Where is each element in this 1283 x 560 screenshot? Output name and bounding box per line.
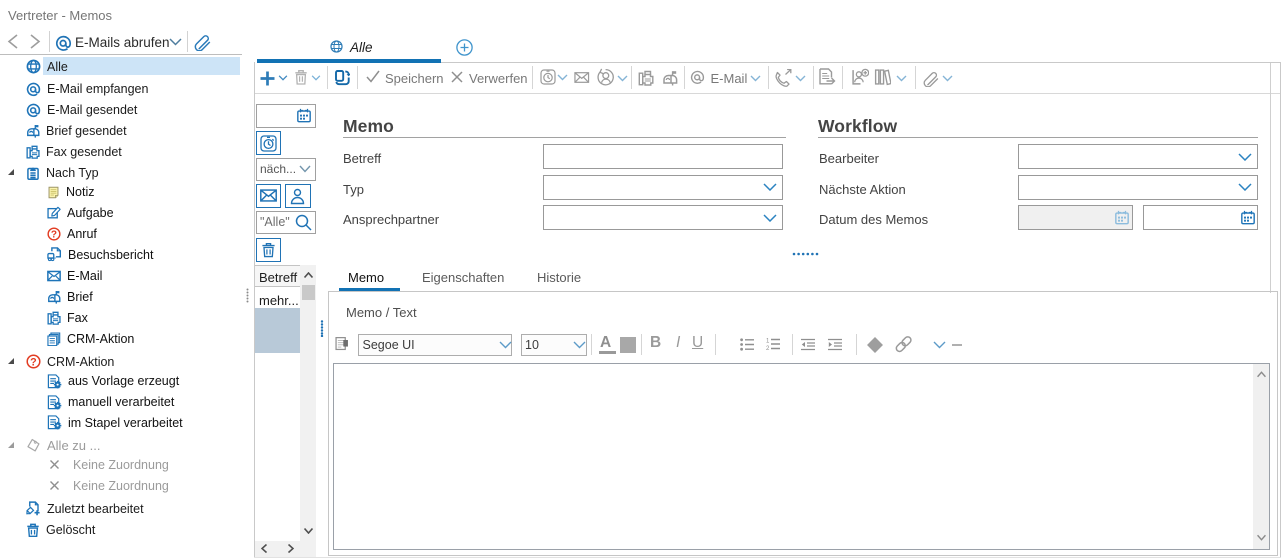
svg-text:2: 2 (766, 346, 770, 351)
svg-text:?: ? (30, 356, 37, 368)
svg-text:1: 1 (766, 339, 770, 345)
svg-text:?: ? (51, 229, 57, 240)
